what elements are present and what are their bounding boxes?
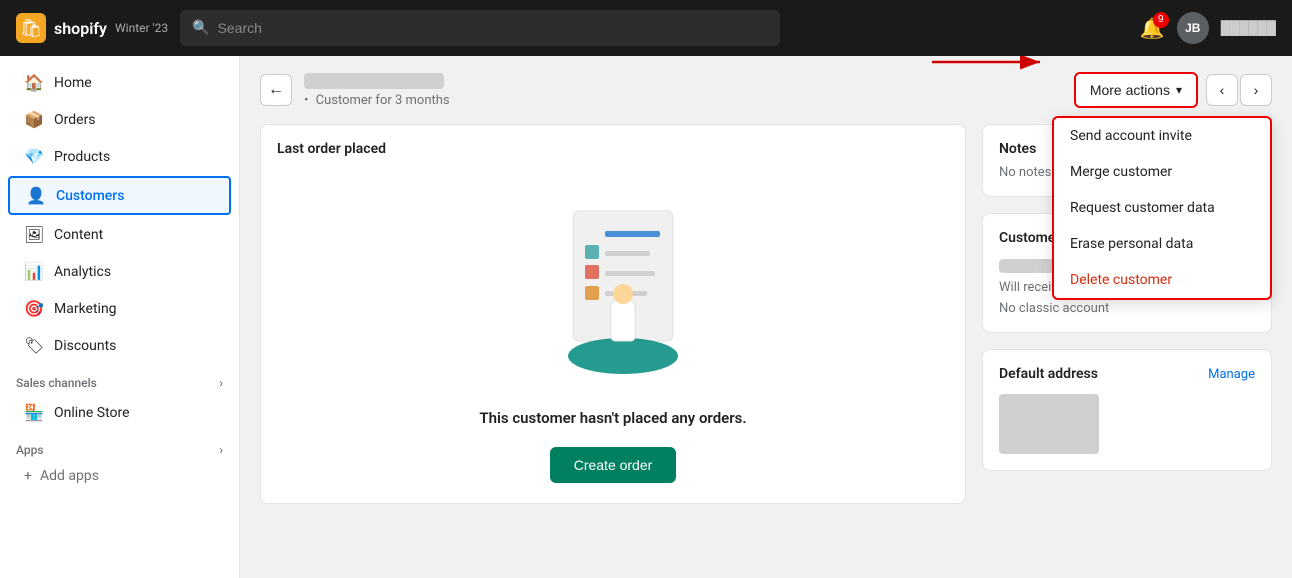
more-actions-chevron: ▾ bbox=[1176, 83, 1182, 97]
app-layout: 🏠 Home 📦 Orders 💎 Products 👤 Customers 🖼… bbox=[0, 56, 1292, 578]
notification-button[interactable]: 🔔 9 bbox=[1140, 16, 1165, 41]
products-icon: 💎 bbox=[24, 147, 44, 166]
more-actions-button[interactable]: More actions ▾ bbox=[1074, 72, 1198, 108]
sales-channels-section: Sales channels › bbox=[0, 364, 239, 394]
back-button[interactable]: ← bbox=[260, 74, 292, 106]
sidebar-label-marketing: Marketing bbox=[54, 301, 117, 317]
logo-area: 🛍 shopify Winter '23 bbox=[16, 13, 168, 43]
apps-section: Apps › bbox=[0, 431, 239, 461]
discounts-icon: 🏷 bbox=[24, 336, 44, 355]
user-name-blurred: ██████ bbox=[1221, 20, 1276, 36]
customer-name-blurred bbox=[304, 73, 444, 89]
sidebar-item-content[interactable]: 🖼 Content bbox=[8, 217, 231, 252]
sidebar-label-customers: Customers bbox=[56, 188, 124, 204]
more-actions-dropdown: Send account invite Merge customer Reque… bbox=[1052, 116, 1272, 300]
sidebar-item-customers[interactable]: 👤 Customers bbox=[8, 176, 231, 215]
notification-badge: 9 bbox=[1153, 12, 1169, 28]
home-icon: 🏠 bbox=[24, 73, 44, 92]
notes-title: Notes bbox=[999, 141, 1036, 157]
address-content-blurred bbox=[999, 394, 1099, 454]
content-icon: 🖼 bbox=[24, 225, 44, 244]
add-apps-button[interactable]: + Add apps bbox=[8, 462, 231, 490]
sidebar-item-orders[interactable]: 📦 Orders bbox=[8, 102, 231, 137]
page-header: ← • Customer for 3 months bbox=[240, 56, 1292, 108]
avatar-button[interactable]: JB bbox=[1177, 12, 1209, 44]
prev-customer-button[interactable]: ‹ bbox=[1206, 74, 1238, 106]
main-content: ← • Customer for 3 months bbox=[240, 56, 1292, 578]
empty-orders-illustration bbox=[533, 201, 693, 381]
create-order-button[interactable]: Create order bbox=[550, 447, 677, 483]
address-header: Default address Manage bbox=[999, 366, 1255, 382]
sidebar-label-analytics: Analytics bbox=[54, 264, 111, 280]
marketing-icon: 🎯 bbox=[24, 299, 44, 318]
sidebar-label-content: Content bbox=[54, 227, 103, 243]
last-order-card: Last order placed bbox=[260, 124, 966, 504]
apps-chevron: › bbox=[219, 443, 223, 457]
version-badge: Winter '23 bbox=[115, 21, 168, 35]
nav-right: 🔔 9 JB ██████ bbox=[1140, 12, 1276, 44]
address-title: Default address bbox=[999, 366, 1098, 382]
dropdown-item-erase-personal-data[interactable]: Erase personal data bbox=[1054, 226, 1270, 262]
sidebar-label-orders: Orders bbox=[54, 112, 96, 128]
sidebar-item-discounts[interactable]: 🏷 Discounts bbox=[8, 328, 231, 363]
left-panel: Last order placed bbox=[260, 124, 966, 504]
sidebar-label-home: Home bbox=[54, 75, 92, 91]
sidebar-label-products: Products bbox=[54, 149, 110, 165]
sidebar-label-discounts: Discounts bbox=[54, 338, 116, 354]
customer-subtitle: • Customer for 3 months bbox=[304, 93, 1062, 108]
header-actions: More actions ▾ Send account invite Merge… bbox=[1074, 72, 1272, 108]
online-store-icon: 🏪 bbox=[24, 403, 44, 422]
brand-name: shopify bbox=[54, 19, 107, 38]
shopify-logo: 🛍 bbox=[16, 13, 46, 43]
dropdown-item-send-account-invite[interactable]: Send account invite bbox=[1054, 118, 1270, 154]
dropdown-item-request-customer-data[interactable]: Request customer data bbox=[1054, 190, 1270, 226]
empty-state-text: This customer hasn't placed any orders. bbox=[479, 409, 746, 427]
customer-for-months: Customer for 3 months bbox=[316, 93, 450, 108]
address-manage-link[interactable]: Manage bbox=[1208, 367, 1255, 382]
search-bar[interactable]: 🔍 bbox=[180, 10, 780, 46]
top-navigation: 🛍 shopify Winter '23 🔍 🔔 9 JB ██████ bbox=[0, 0, 1292, 56]
nav-pagination: ‹ › bbox=[1206, 74, 1272, 106]
orders-icon: 📦 bbox=[24, 110, 44, 129]
dropdown-item-merge-customer[interactable]: Merge customer bbox=[1054, 154, 1270, 190]
sales-channels-chevron: › bbox=[219, 376, 223, 390]
sidebar-item-online-store[interactable]: 🏪 Online Store bbox=[8, 395, 231, 430]
search-input[interactable] bbox=[218, 20, 769, 36]
account-type: No classic account bbox=[999, 301, 1255, 316]
sidebar-item-products[interactable]: 💎 Products bbox=[8, 139, 231, 174]
page-title-area: • Customer for 3 months bbox=[304, 73, 1062, 108]
sidebar-item-analytics[interactable]: 📊 Analytics bbox=[8, 254, 231, 289]
subtitle-dot: • bbox=[304, 93, 308, 108]
sidebar-label-online-store: Online Store bbox=[54, 405, 130, 421]
sidebar: 🏠 Home 📦 Orders 💎 Products 👤 Customers 🖼… bbox=[0, 56, 240, 578]
customers-icon: 👤 bbox=[26, 186, 46, 205]
sidebar-item-marketing[interactable]: 🎯 Marketing bbox=[8, 291, 231, 326]
analytics-icon: 📊 bbox=[24, 262, 44, 281]
default-address-card: Default address Manage bbox=[982, 349, 1272, 471]
more-actions-label: More actions bbox=[1090, 82, 1170, 98]
sidebar-item-home[interactable]: 🏠 Home bbox=[8, 65, 231, 100]
next-customer-button[interactable]: › bbox=[1240, 74, 1272, 106]
last-order-title: Last order placed bbox=[277, 141, 949, 157]
dropdown-item-delete-customer[interactable]: Delete customer bbox=[1054, 262, 1270, 298]
search-icon: 🔍 bbox=[192, 20, 209, 36]
plus-icon: + bbox=[24, 468, 32, 484]
